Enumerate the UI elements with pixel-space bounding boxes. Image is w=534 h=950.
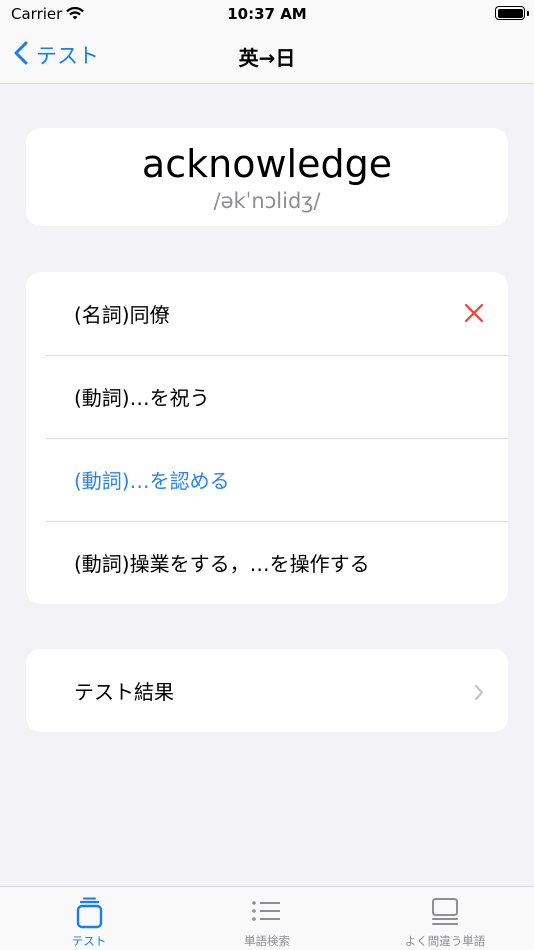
tab-bar: テスト 単語検索 よく間違う単語	[0, 886, 534, 950]
test-results-row[interactable]: テスト結果	[26, 649, 508, 732]
choice-item[interactable]: (名詞)同僚	[26, 272, 508, 355]
page-title: 英→日	[238, 46, 296, 70]
pronunciation: /əkˈnɔlidʒ/	[213, 189, 321, 213]
choice-label: (名詞)同僚	[74, 303, 170, 327]
tab-label: 単語検索	[244, 934, 290, 948]
tab-label: テスト	[71, 934, 107, 948]
clock: 10:37 AM	[227, 5, 307, 23]
choice-label: (動詞)…を認める	[74, 469, 230, 493]
choice-item-correct[interactable]: (動詞)…を認める	[26, 438, 508, 521]
test-results-label: テスト結果	[74, 680, 174, 704]
choice-label: (動詞)…を祝う	[74, 386, 210, 410]
battery-icon	[495, 6, 525, 20]
tab-label: よく間違う単語	[404, 934, 486, 948]
word-card: acknowledge /əkˈnɔlidʒ/	[26, 128, 508, 226]
question-word: acknowledge	[141, 142, 393, 186]
status-bar: Carrier 10:37 AM	[0, 0, 534, 28]
choice-item[interactable]: (動詞)操業をする，…を操作する	[26, 521, 508, 604]
choice-item[interactable]: (動詞)…を祝う	[26, 355, 508, 438]
answer-choices: (名詞)同僚 (動詞)…を祝う (動詞)…を認める (動詞)操業をする，…を操作…	[26, 272, 508, 604]
tab-word-search[interactable]: 単語検索	[178, 887, 356, 950]
chevron-right-icon	[474, 682, 484, 706]
battery-cap	[527, 11, 529, 16]
wrong-mark-icon	[464, 303, 484, 328]
choice-label: (動詞)操業をする，…を操作する	[74, 552, 370, 576]
navigation-bar: テスト 英→日	[0, 28, 534, 84]
screen: Carrier 10:37 AM テスト 英→日 acknowledge /ək…	[0, 0, 534, 950]
tab-frequent-mistakes[interactable]: よく間違う単語	[356, 887, 534, 950]
tab-test[interactable]: テスト	[0, 887, 178, 950]
